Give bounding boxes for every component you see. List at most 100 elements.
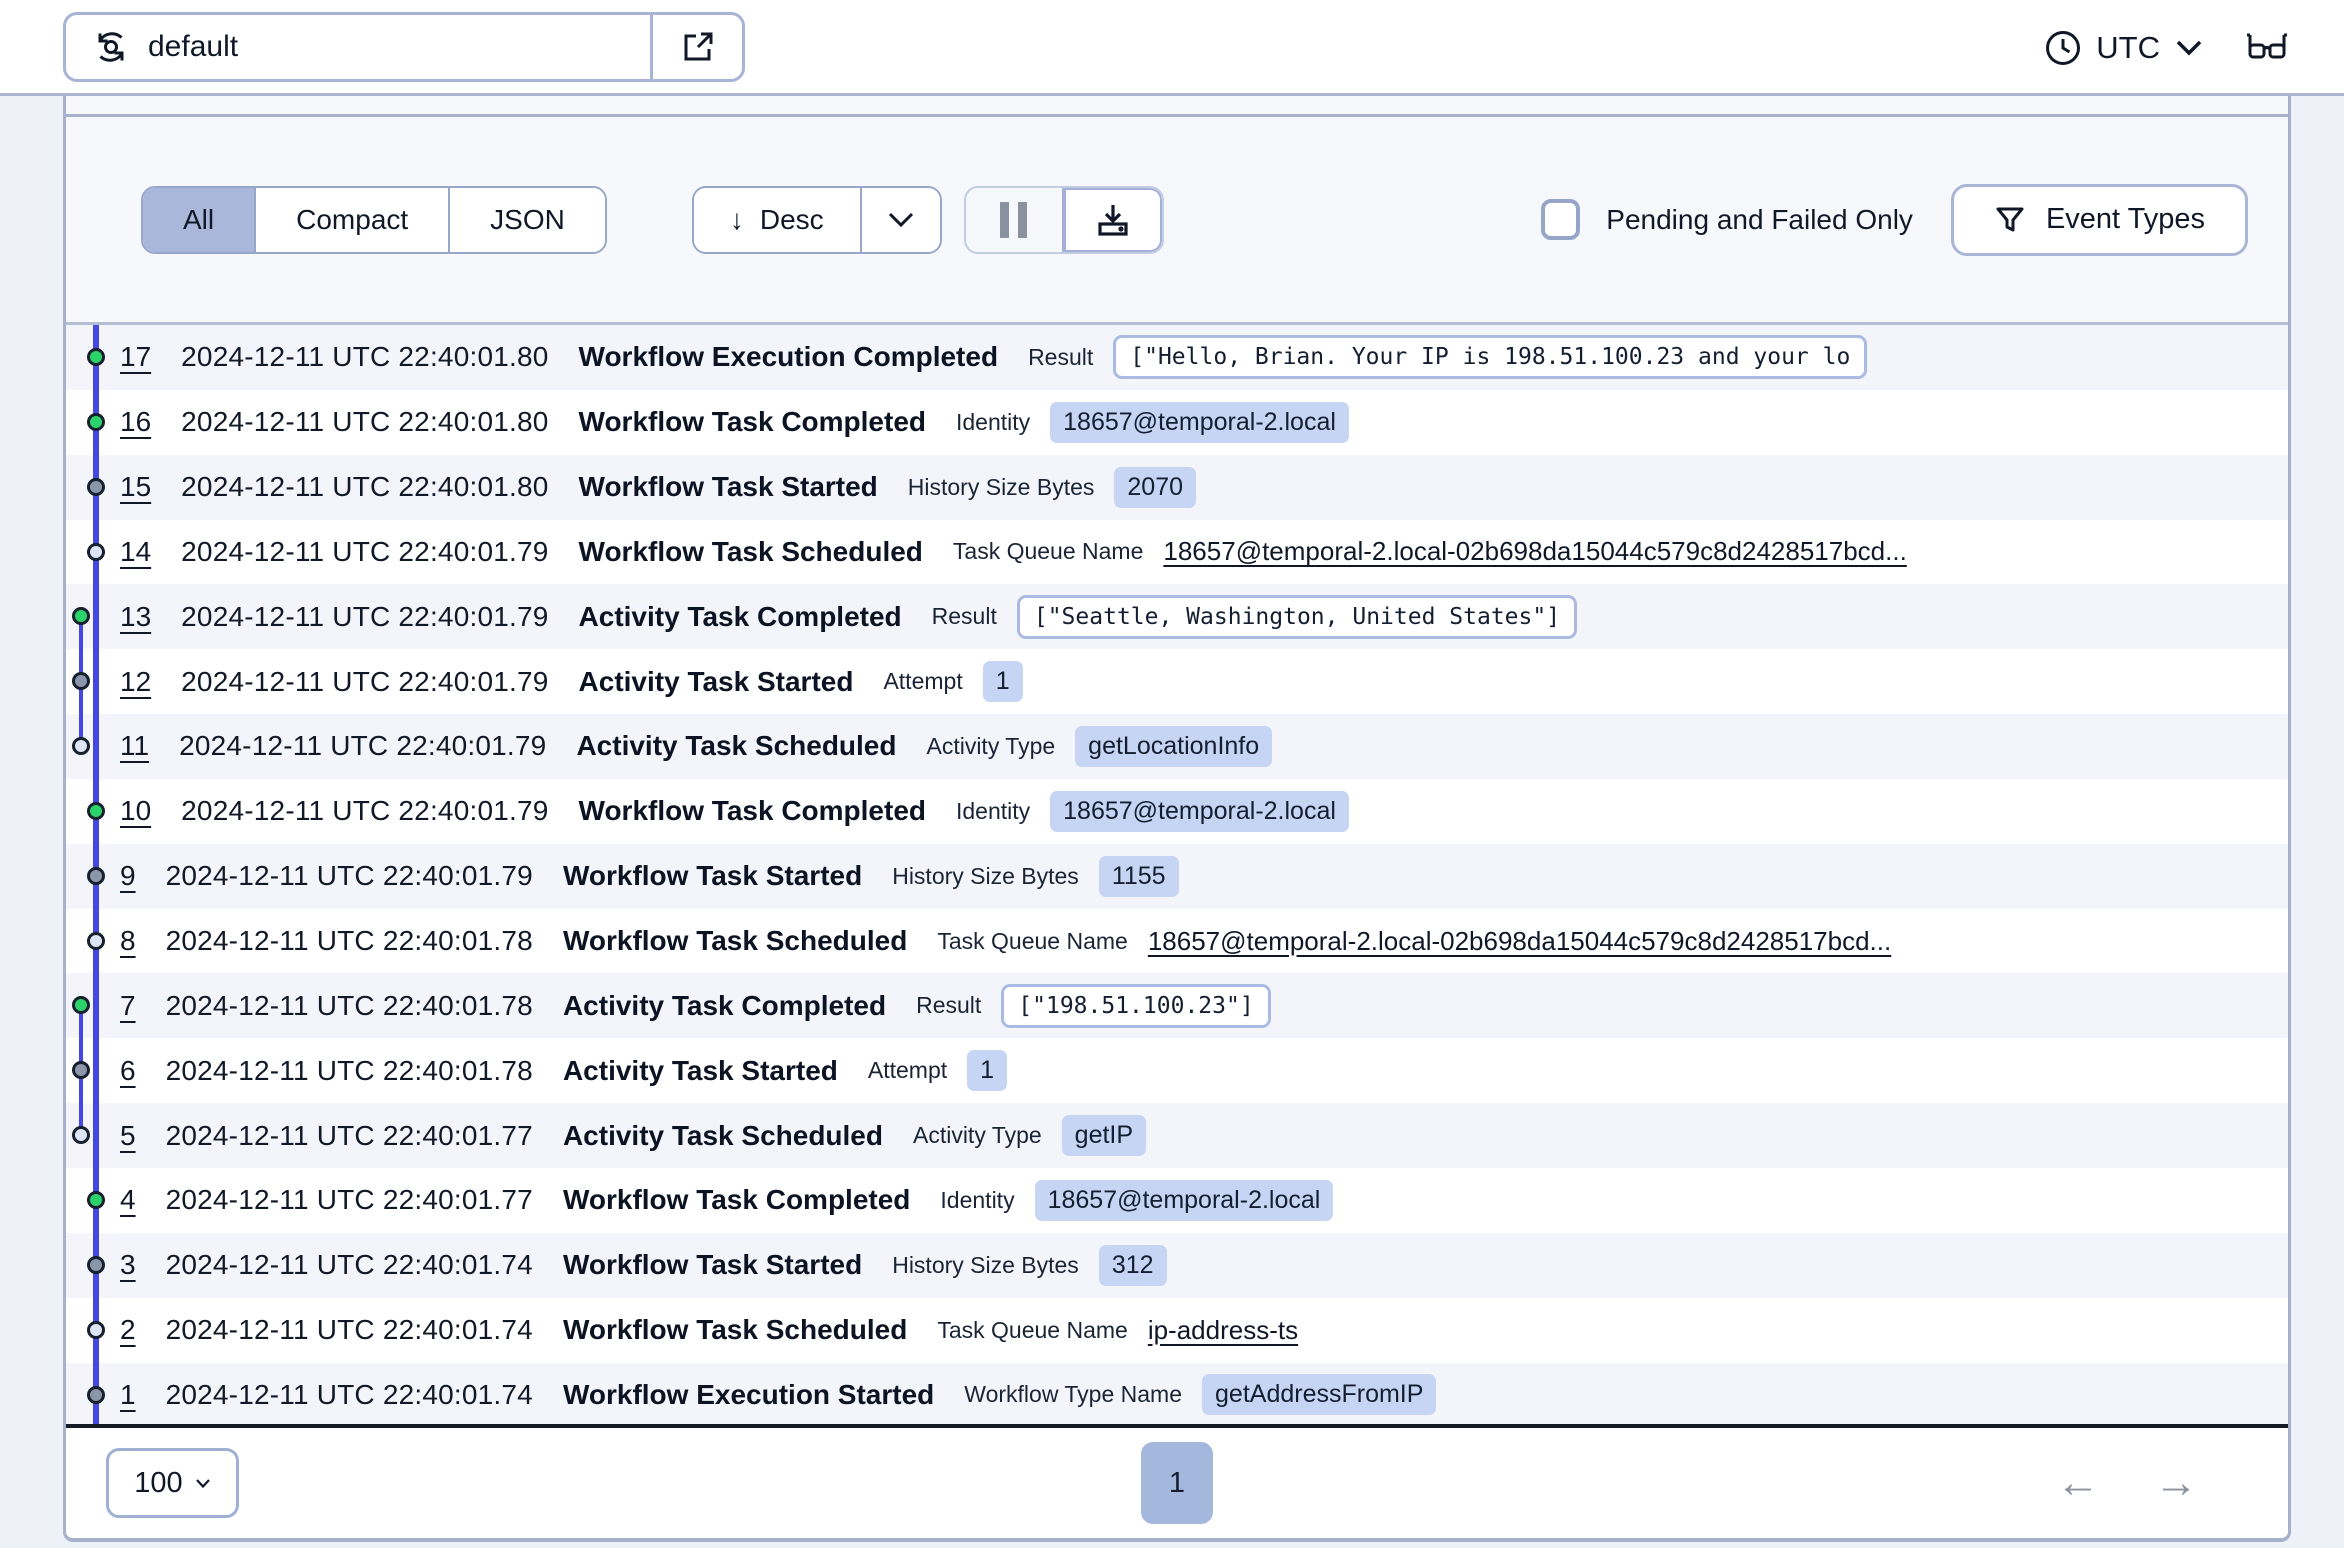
event-detail-value: getIP — [1061, 1115, 1147, 1157]
download-button[interactable] — [1061, 187, 1162, 252]
event-id-link[interactable]: 7 — [120, 990, 136, 1022]
event-detail-label: Task Queue Name — [937, 1316, 1128, 1343]
namespace-icon — [92, 28, 130, 66]
chevron-down-icon — [887, 211, 915, 229]
tab-all[interactable]: All — [143, 187, 257, 252]
event-detail-value[interactable]: 18657@temporal-2.local-02b698da15044c579… — [1163, 536, 1906, 567]
event-id-link[interactable]: 1 — [120, 1379, 136, 1411]
pending-failed-label: Pending and Failed Only — [1606, 203, 1913, 235]
current-page-button[interactable]: 1 — [1141, 1442, 1213, 1524]
event-detail-value[interactable]: 18657@temporal-2.local-02b698da15044c579… — [1148, 926, 1891, 957]
event-timestamp: 2024-12-11 UTC 22:40:01.80 — [181, 341, 549, 373]
event-name: Workflow Task Scheduled — [562, 1314, 908, 1346]
event-name: Activity Task Completed — [578, 600, 902, 632]
event-detail: Identity 18657@temporal-2.local — [956, 401, 1349, 443]
event-name: Activity Task Started — [578, 665, 854, 697]
event-detail-label: History Size Bytes — [892, 1251, 1079, 1278]
event-row: 16 2024-12-11 UTC 22:40:01.80 Workflow T… — [66, 389, 2288, 455]
event-id-link[interactable]: 9 — [120, 860, 136, 892]
event-detail-value: ["198.51.100.23"] — [1001, 983, 1271, 1028]
event-detail: History Size Bytes 1155 — [892, 855, 1179, 897]
top-header: default UTC — [0, 0, 2344, 96]
event-id-link[interactable]: 17 — [120, 341, 151, 373]
sort-desc-button[interactable]: ↓ Desc — [693, 187, 862, 252]
event-id-link[interactable]: 8 — [120, 925, 136, 957]
clock-icon — [2044, 29, 2082, 67]
event-status-dot — [72, 672, 90, 691]
event-detail: Activity Type getIP — [913, 1115, 1147, 1157]
event-id-link[interactable]: 6 — [120, 1055, 136, 1087]
event-detail-value[interactable]: ip-address-ts — [1148, 1315, 1298, 1346]
event-detail-label: Identity — [940, 1186, 1015, 1213]
event-row: 3 2024-12-11 UTC 22:40:01.74 Workflow Ta… — [66, 1232, 2288, 1298]
event-status-dot — [72, 607, 90, 626]
event-timestamp: 2024-12-11 UTC 22:40:01.77 — [165, 1184, 533, 1216]
event-id-link[interactable]: 10 — [120, 795, 151, 827]
namespace-external-link-button[interactable] — [650, 15, 742, 79]
event-detail-value: ["Hello, Brian. Your IP is 198.51.100.23… — [1113, 335, 1868, 380]
event-detail-value: 2070 — [1114, 466, 1197, 508]
event-row: 2 2024-12-11 UTC 22:40:01.74 Workflow Ta… — [66, 1297, 2288, 1363]
event-row: 1 2024-12-11 UTC 22:40:01.74 Workflow Ex… — [66, 1362, 2288, 1424]
event-name: Workflow Task Scheduled — [578, 535, 923, 567]
event-id-link[interactable]: 5 — [120, 1120, 136, 1152]
pending-failed-checkbox[interactable] — [1541, 199, 1581, 240]
tab-compact[interactable]: Compact — [256, 187, 451, 252]
event-id-link[interactable]: 2 — [120, 1314, 136, 1346]
next-page-button[interactable]: → — [2154, 1458, 2198, 1508]
event-detail: Task Queue Name 18657@temporal-2.local-0… — [937, 926, 1891, 957]
event-status-dot — [72, 1126, 90, 1145]
tab-json[interactable]: JSON — [450, 187, 605, 252]
event-id-link[interactable]: 13 — [120, 601, 151, 633]
event-row: 9 2024-12-11 UTC 22:40:01.79 Workflow Ta… — [66, 843, 2288, 909]
event-status-dot — [87, 542, 105, 561]
namespace-selector-main[interactable]: default — [66, 15, 650, 79]
event-id-link[interactable]: 16 — [120, 406, 151, 438]
timezone-picker[interactable]: UTC — [2044, 29, 2204, 67]
event-id-link[interactable]: 15 — [120, 471, 151, 503]
event-timestamp: 2024-12-11 UTC 22:40:01.80 — [181, 471, 549, 503]
event-row: 10 2024-12-11 UTC 22:40:01.79 Workflow T… — [66, 778, 2288, 844]
event-status-dot — [87, 477, 105, 496]
event-name: Activity Task Scheduled — [562, 1119, 883, 1151]
view-mode-segmented-control: All Compact JSON — [141, 185, 607, 254]
sort-order-control: ↓ Desc — [691, 185, 942, 254]
event-timestamp: 2024-12-11 UTC 22:40:01.78 — [165, 925, 533, 957]
event-status-dot — [72, 737, 90, 756]
event-detail-label: History Size Bytes — [892, 862, 1079, 889]
event-detail-value: ["Seattle, Washington, United States"] — [1016, 594, 1578, 639]
event-rows: 17 2024-12-11 UTC 22:40:01.80 Workflow E… — [66, 325, 2288, 1424]
event-detail-value: 1155 — [1098, 855, 1179, 897]
event-id-link[interactable]: 3 — [120, 1249, 136, 1281]
event-name: Activity Task Scheduled — [576, 730, 897, 762]
event-status-dot — [87, 1385, 105, 1404]
previous-page-button[interactable]: ← — [2056, 1458, 2100, 1508]
namespace-selector[interactable]: default — [63, 12, 745, 82]
event-detail: Task Queue Name 18657@temporal-2.local-0… — [953, 536, 1907, 567]
event-row: 6 2024-12-11 UTC 22:40:01.78 Activity Ta… — [66, 1038, 2288, 1104]
event-types-filter-button[interactable]: Event Types — [1950, 183, 2248, 256]
event-detail: Result ["Hello, Brian. Your IP is 198.51… — [1028, 335, 1868, 380]
event-history-panel: All Compact JSON ↓ Desc Pending and Fail… — [63, 96, 2291, 1542]
event-detail: Activity Type getLocationInfo — [926, 725, 1273, 767]
event-name: Workflow Task Completed — [578, 795, 926, 827]
event-status-dot — [87, 931, 105, 950]
event-detail-value: 312 — [1098, 1244, 1167, 1286]
event-id-link[interactable]: 11 — [120, 730, 149, 762]
labs-glasses-button[interactable] — [2244, 31, 2290, 65]
event-id-link[interactable]: 4 — [120, 1184, 136, 1216]
pending-failed-filter: Pending and Failed Only — [1541, 199, 1913, 240]
page-size-select[interactable]: 100 — [106, 1448, 239, 1518]
event-row: 5 2024-12-11 UTC 22:40:01.77 Activity Ta… — [66, 1103, 2288, 1168]
pause-button[interactable] — [966, 188, 1062, 252]
event-history-toolbar: All Compact JSON ↓ Desc Pending and Fail… — [66, 117, 2288, 325]
sort-dropdown-button[interactable] — [861, 187, 940, 252]
event-detail: Attempt 1 — [883, 661, 1023, 703]
event-detail-label: Identity — [956, 408, 1031, 435]
event-detail: Result ["198.51.100.23"] — [916, 983, 1271, 1028]
chevron-down-icon — [195, 1478, 211, 1489]
event-id-link[interactable]: 12 — [120, 666, 151, 698]
event-row: 8 2024-12-11 UTC 22:40:01.78 Workflow Ta… — [66, 908, 2288, 974]
event-id-link[interactable]: 14 — [120, 536, 151, 568]
event-detail-label: Task Queue Name — [952, 538, 1144, 565]
